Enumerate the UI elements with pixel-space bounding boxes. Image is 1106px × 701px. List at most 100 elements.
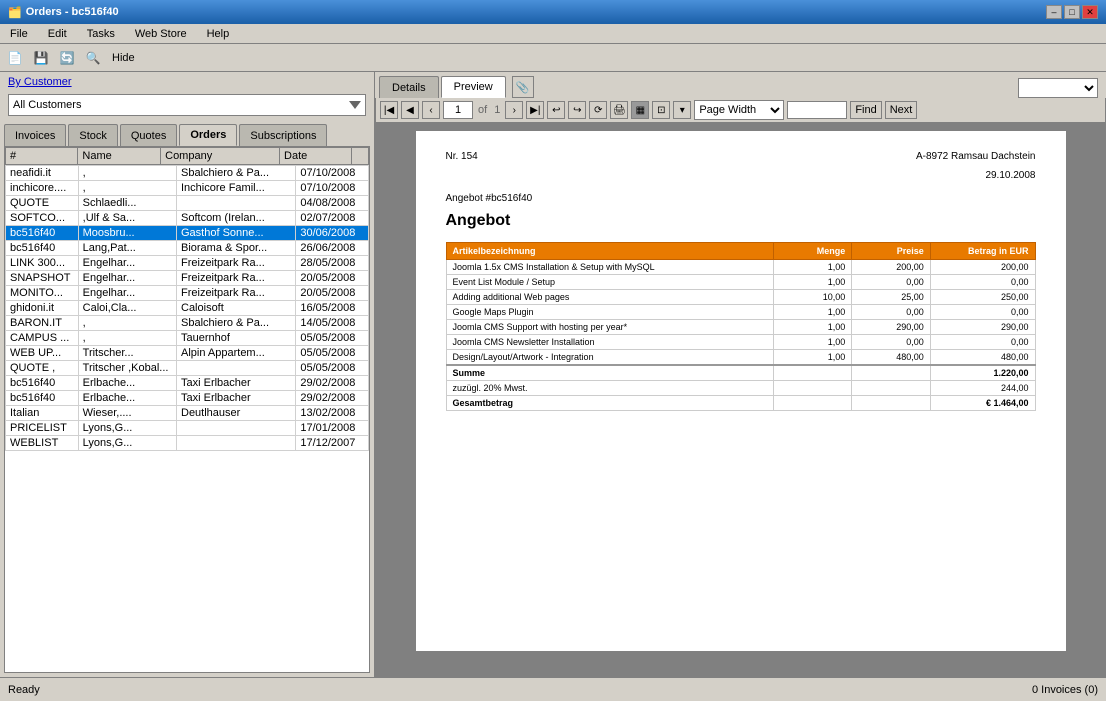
list-item: Google Maps Plugin1,000,000,00: [446, 305, 1035, 320]
nav-next-button[interactable]: ›: [505, 101, 523, 119]
tab-subscriptions[interactable]: Subscriptions: [239, 124, 327, 146]
find-input[interactable]: [787, 101, 847, 119]
table-row[interactable]: inchicore....,Inchicore Famil...07/10/20…: [6, 181, 369, 196]
hide-label[interactable]: Hide: [108, 50, 139, 66]
list-item: Event List Module / Setup1,000,000,00: [446, 275, 1035, 290]
save-button[interactable]: 💾: [30, 47, 52, 69]
doc-ref: Angebot #bc516f40: [446, 193, 1036, 204]
menu-edit[interactable]: Edit: [42, 26, 73, 42]
tab-orders[interactable]: Orders: [179, 124, 237, 146]
titlebar-text: Orders - bc516f40: [26, 6, 119, 18]
by-customer-link[interactable]: By Customer: [0, 72, 374, 92]
table-row[interactable]: SNAPSHOTEngelhar...Freizeitpark Ra...20/…: [6, 271, 369, 286]
titlebar: 🗂️ Orders - bc516f40 – □ ✕: [0, 0, 1106, 24]
right-panel: Details Preview 📎 |◀ ◀ ‹ 1 of 1 › ▶| ↩ ↪…: [375, 72, 1106, 677]
customer-select-wrap: All Customers: [0, 92, 374, 120]
page-number-input[interactable]: 1: [443, 101, 473, 119]
table-row[interactable]: neafidi.it,Sbalchiero & Pa...07/10/2008: [6, 166, 369, 181]
list-item: Summe1.220,00: [446, 365, 1035, 381]
nav-back-button[interactable]: ↩: [547, 101, 565, 119]
table-row[interactable]: QUOTESchlaedli...04/08/2008: [6, 196, 369, 211]
preview-extra-btn[interactable]: [1018, 78, 1098, 98]
preview-extra-select[interactable]: [1019, 79, 1097, 97]
col-preise: Preise: [852, 243, 931, 260]
col-name: Name: [78, 148, 161, 165]
col-num: #: [6, 148, 78, 165]
table-row[interactable]: ItalianWieser,....Deutlhauser13/02/2008: [6, 406, 369, 421]
search-button[interactable]: 🔍: [82, 47, 104, 69]
nav-last-button[interactable]: ▶|: [526, 101, 544, 119]
statusbar: Ready 0 Invoices (0): [0, 677, 1106, 701]
list-item: Joomla CMS Support with hosting per year…: [446, 320, 1035, 335]
col-artikelbezeichnung: Artikelbezeichnung: [446, 243, 773, 260]
table-row[interactable]: ghidoni.itCaloi,Cla...Caloisoft16/05/200…: [6, 301, 369, 316]
preview-content[interactable]: Nr. 154 A-8972 Ramsau Dachstein 29.10.20…: [375, 123, 1106, 677]
nav-forward-button[interactable]: ↪: [568, 101, 586, 119]
view-btn1[interactable]: ▦: [631, 101, 649, 119]
table-row[interactable]: SOFTCO...,Ulf & Sa...Softcom (Irelan...0…: [6, 211, 369, 226]
list-item: Adding additional Web pages10,0025,00250…: [446, 290, 1035, 305]
orders-table-wrap: # Name Company Date neafidi.it,Sbalchier…: [4, 146, 370, 673]
next-button[interactable]: Next: [885, 101, 918, 119]
menu-file[interactable]: File: [4, 26, 34, 42]
table-row[interactable]: CAMPUS ...,Tauernhof05/05/2008: [6, 331, 369, 346]
left-tabs: Invoices Stock Quotes Orders Subscriptio…: [0, 120, 374, 146]
col-betrag: Betrag in EUR: [930, 243, 1035, 260]
zoom-select[interactable]: Page Width Whole Page 50% 75% 100% 150%: [694, 100, 784, 120]
list-item: zuzügl. 20% Mwst.244,00: [446, 381, 1035, 396]
table-row[interactable]: WEB UP...Tritscher...Alpin Appartem...05…: [6, 346, 369, 361]
col-scroll: [352, 148, 369, 165]
table-row[interactable]: BARON.IT,Sbalchiero & Pa...14/05/2008: [6, 316, 369, 331]
menubar: File Edit Tasks Web Store Help: [0, 24, 1106, 44]
view-btn3[interactable]: ▾: [673, 101, 691, 119]
table-row[interactable]: bc516f40Lang,Pat...Biorama & Spor...26/0…: [6, 241, 369, 256]
list-item: Joomla 1.5x CMS Installation & Setup wit…: [446, 260, 1035, 275]
col-date: Date: [280, 148, 352, 165]
left-panel: By Customer All Customers Invoices Stock…: [0, 72, 375, 677]
customer-select[interactable]: All Customers: [8, 94, 366, 116]
preview-tabs: Details Preview 📎: [375, 72, 1106, 98]
app-icon: 🗂️: [8, 6, 22, 19]
tab-quotes[interactable]: Quotes: [120, 124, 177, 146]
new-button[interactable]: 📄: [4, 47, 26, 69]
orders-scroll[interactable]: neafidi.it,Sbalchiero & Pa...07/10/2008i…: [5, 165, 369, 666]
table-row[interactable]: bc516f40Erlbache...Taxi Erlbacher29/02/2…: [6, 391, 369, 406]
menu-tasks[interactable]: Tasks: [81, 26, 121, 42]
col-company: Company: [161, 148, 280, 165]
tab-preview[interactable]: Preview: [441, 76, 506, 98]
nav-prev2-button[interactable]: ‹: [422, 101, 440, 119]
find-button[interactable]: Find: [850, 101, 881, 119]
list-item: Gesamtbetrag€ 1.464,00: [446, 396, 1035, 411]
page-document: Nr. 154 A-8972 Ramsau Dachstein 29.10.20…: [416, 131, 1066, 651]
preview-invoice-table: Artikelbezeichnung Menge Preise Betrag i…: [446, 242, 1036, 411]
toolbar: 📄 💾 🔄 🔍 Hide: [0, 44, 1106, 72]
tab-stock[interactable]: Stock: [68, 124, 118, 146]
menu-help[interactable]: Help: [201, 26, 236, 42]
nav-first-button[interactable]: |◀: [380, 101, 398, 119]
view-btn2[interactable]: ⊡: [652, 101, 670, 119]
menu-webstore[interactable]: Web Store: [129, 26, 193, 42]
close-button[interactable]: ✕: [1082, 5, 1098, 19]
preview-doc-header: Nr. 154 A-8972 Ramsau Dachstein: [446, 151, 1036, 162]
doc-address: A-8972 Ramsau Dachstein: [916, 151, 1036, 162]
refresh-preview-button[interactable]: ⟳: [589, 101, 607, 119]
table-row[interactable]: bc516f40Moosbru...Gasthof Sonne...30/06/…: [6, 226, 369, 241]
tab-details[interactable]: Details: [379, 76, 439, 98]
nav-prev-button[interactable]: ◀: [401, 101, 419, 119]
table-row[interactable]: QUOTE ,Tritscher ,Kobal...05/05/2008: [6, 361, 369, 376]
refresh-button[interactable]: 🔄: [56, 47, 78, 69]
minimize-button[interactable]: –: [1046, 5, 1062, 19]
tab-invoices[interactable]: Invoices: [4, 124, 66, 146]
attach-icon-btn[interactable]: 📎: [512, 76, 534, 98]
titlebar-title: 🗂️ Orders - bc516f40: [8, 6, 119, 19]
status-left: Ready: [8, 684, 40, 696]
maximize-button[interactable]: □: [1064, 5, 1080, 19]
table-row[interactable]: WEBLISTLyons,G...17/12/2007: [6, 436, 369, 451]
table-row[interactable]: MONITO...Engelhar...Freizeitpark Ra...20…: [6, 286, 369, 301]
table-row[interactable]: PRICELISTLyons,G...17/01/2008: [6, 421, 369, 436]
orders-table-body: neafidi.it,Sbalchiero & Pa...07/10/2008i…: [5, 165, 369, 451]
doc-date: 29.10.2008: [446, 170, 1036, 181]
table-row[interactable]: bc516f40Erlbache...Taxi Erlbacher29/02/2…: [6, 376, 369, 391]
print-button[interactable]: 🖨: [610, 101, 628, 119]
table-row[interactable]: LINK 300...Engelhar...Freizeitpark Ra...…: [6, 256, 369, 271]
